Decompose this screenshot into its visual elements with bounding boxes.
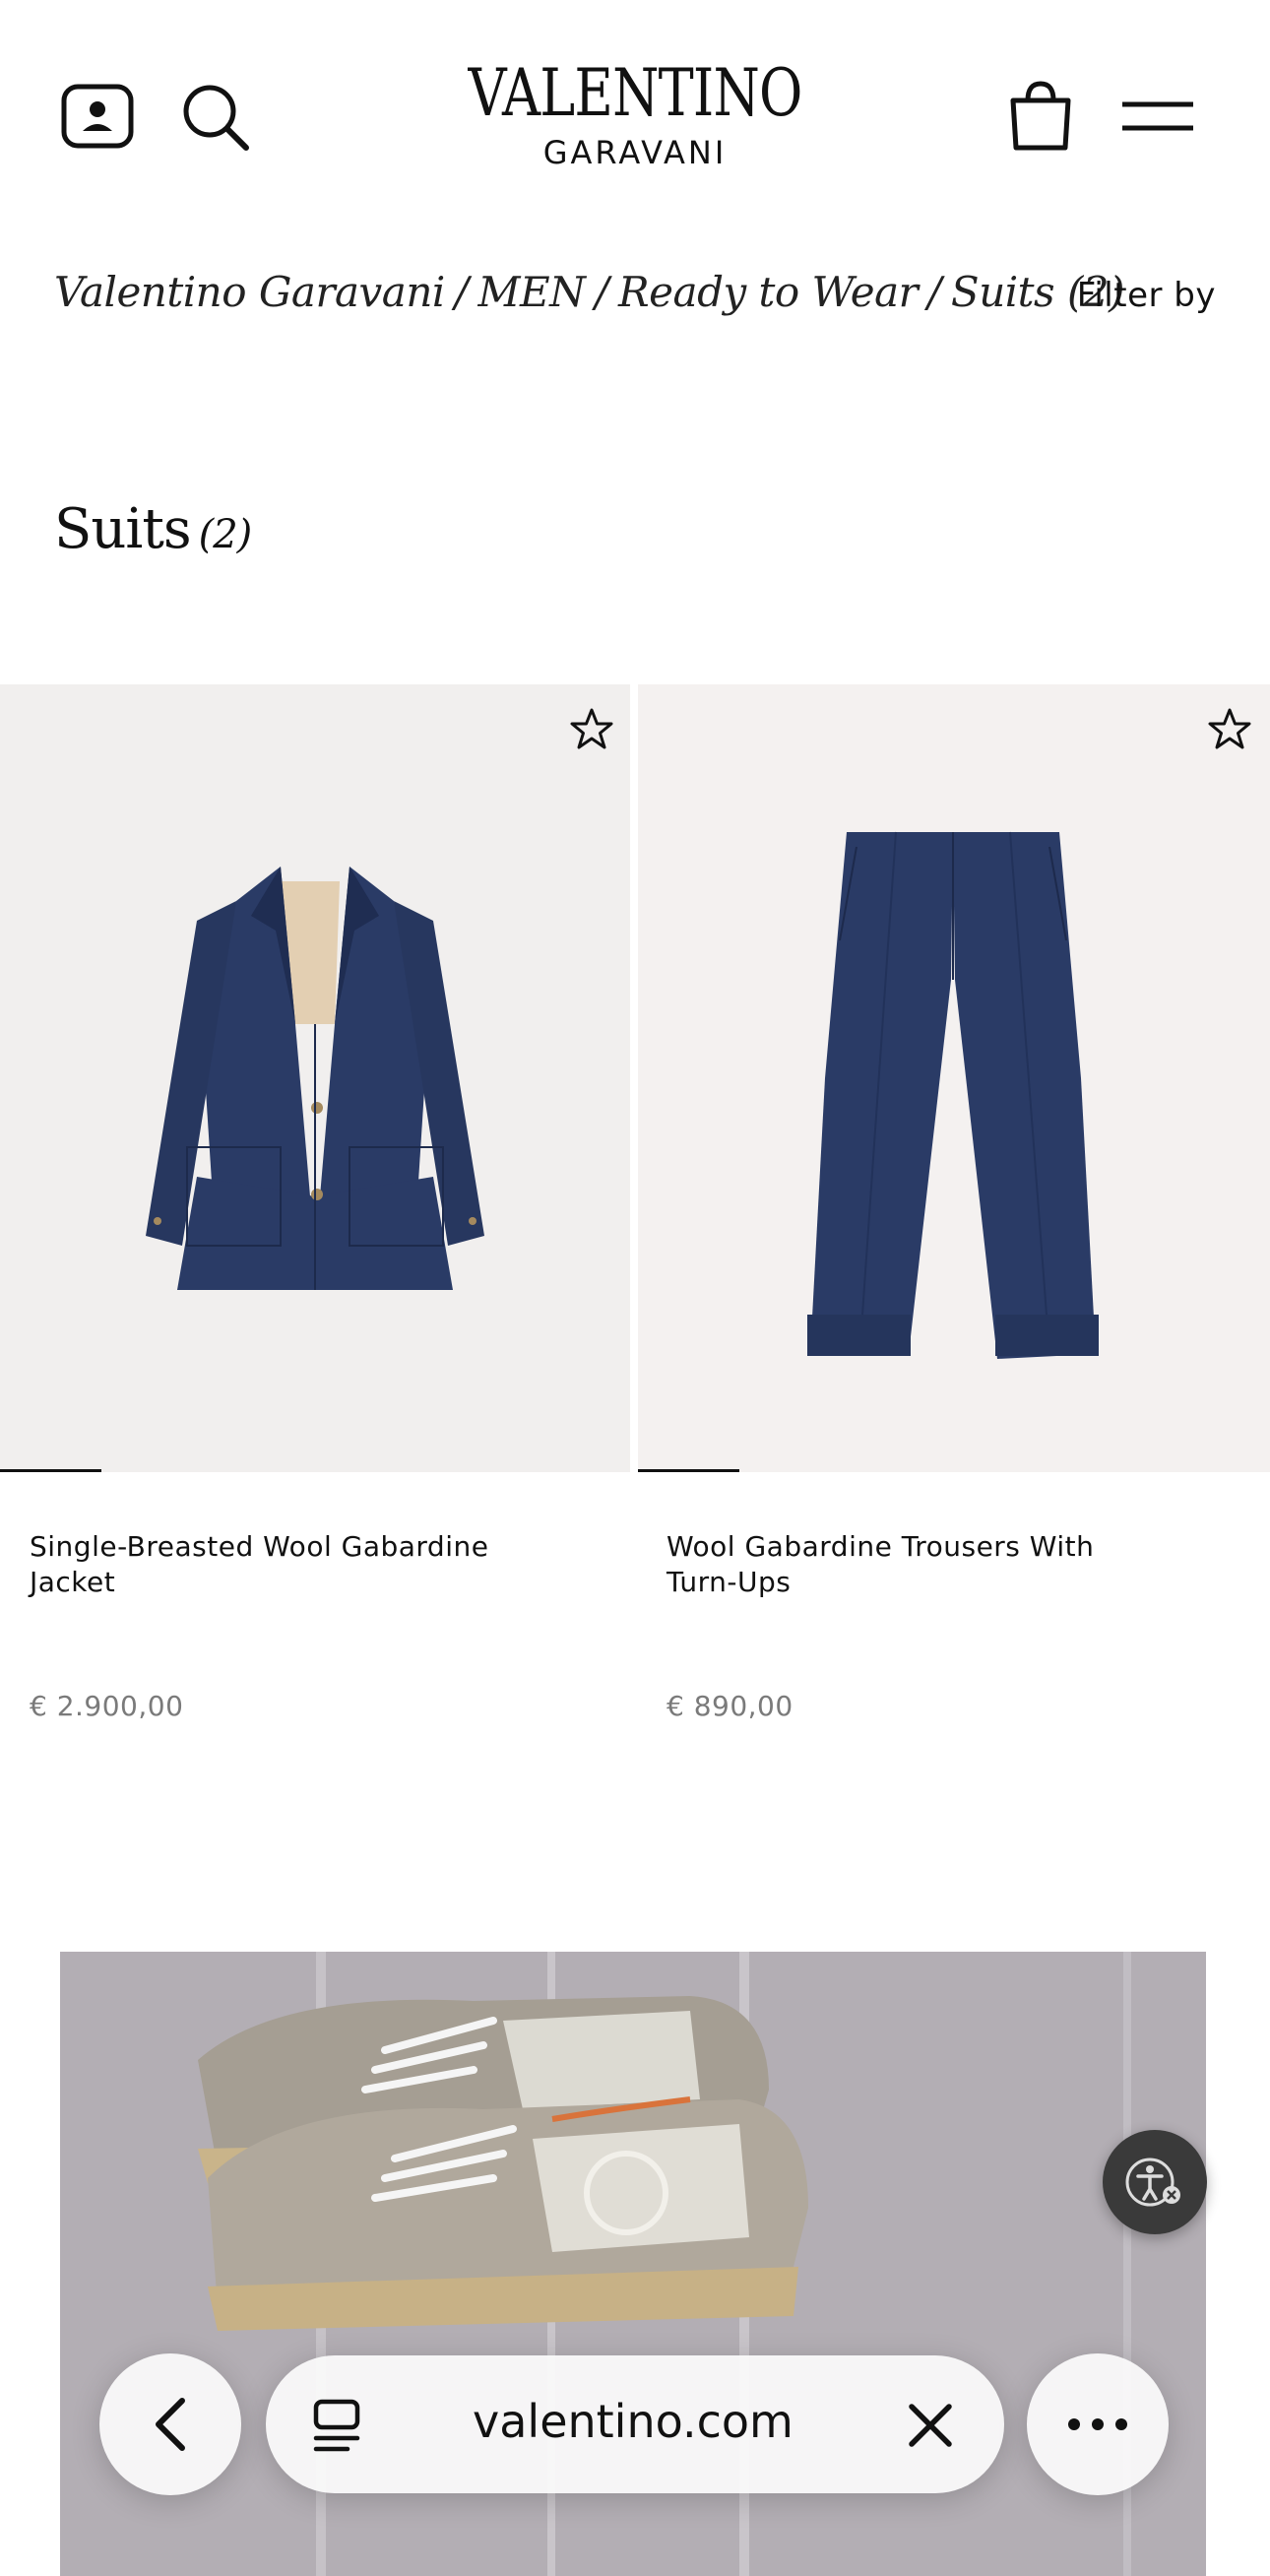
product-name[interactable]: Single-Breasted Wool Gabardine Jacket [30, 1529, 522, 1600]
wishlist-button[interactable] [1207, 707, 1252, 760]
result-count: (2) [198, 512, 253, 557]
brand-logo[interactable]: VALENTINO [114, 59, 1156, 128]
tabs-icon [313, 2399, 360, 2452]
breadcrumb-separator: / [595, 268, 609, 316]
star-outline-icon [570, 708, 613, 749]
page-title: Suits (2) [54, 497, 253, 561]
browser-more-button[interactable] [1027, 2353, 1169, 2495]
breadcrumb-item[interactable]: MEN [477, 268, 585, 316]
trousers-image [638, 684, 1270, 1472]
product-image-trousers[interactable] [638, 684, 1270, 1472]
clear-url-button[interactable] [908, 2403, 953, 2452]
product-price: € 2.900,00 [30, 1690, 184, 1722]
page-title-text: Suits [54, 497, 192, 561]
menu-icon [1122, 101, 1193, 131]
breadcrumb: Valentino Garavani / MEN / Ready to Wear… [54, 268, 1124, 316]
image-carousel-progress [638, 1469, 739, 1472]
tabs-button[interactable] [310, 2398, 363, 2459]
browser-back-button[interactable] [99, 2353, 241, 2495]
url-text[interactable]: valentino.com [473, 2395, 794, 2448]
wishlist-button[interactable] [569, 707, 614, 760]
breadcrumb-separator: / [927, 268, 941, 316]
back-icon [156, 2398, 185, 2451]
accessibility-icon [1125, 2157, 1180, 2207]
filter-button[interactable]: Filter by [1077, 276, 1216, 315]
accessibility-button[interactable] [1103, 2130, 1207, 2234]
shopping-bag-button[interactable] [1008, 79, 1073, 152]
image-carousel-progress [0, 1469, 101, 1472]
breadcrumb-item[interactable]: Ready to Wear [618, 268, 919, 316]
menu-button[interactable] [1120, 95, 1195, 138]
product-price: € 890,00 [667, 1690, 794, 1722]
breadcrumb-item[interactable]: Valentino Garavani [54, 268, 445, 316]
more-icon [1068, 2418, 1127, 2430]
browser-address-bar[interactable]: valentino.com [266, 2355, 1004, 2493]
product-name[interactable]: Wool Gabardine Trousers With Turn-Ups [667, 1529, 1159, 1600]
close-icon [909, 2404, 952, 2447]
breadcrumb-separator: / [454, 268, 469, 316]
product-image-jacket[interactable] [0, 684, 630, 1472]
star-outline-icon [1208, 708, 1251, 749]
shopping-bag-icon [1010, 81, 1071, 151]
jacket-image [0, 684, 630, 1472]
brand-logo-subtitle: GARAVANI [542, 134, 728, 171]
